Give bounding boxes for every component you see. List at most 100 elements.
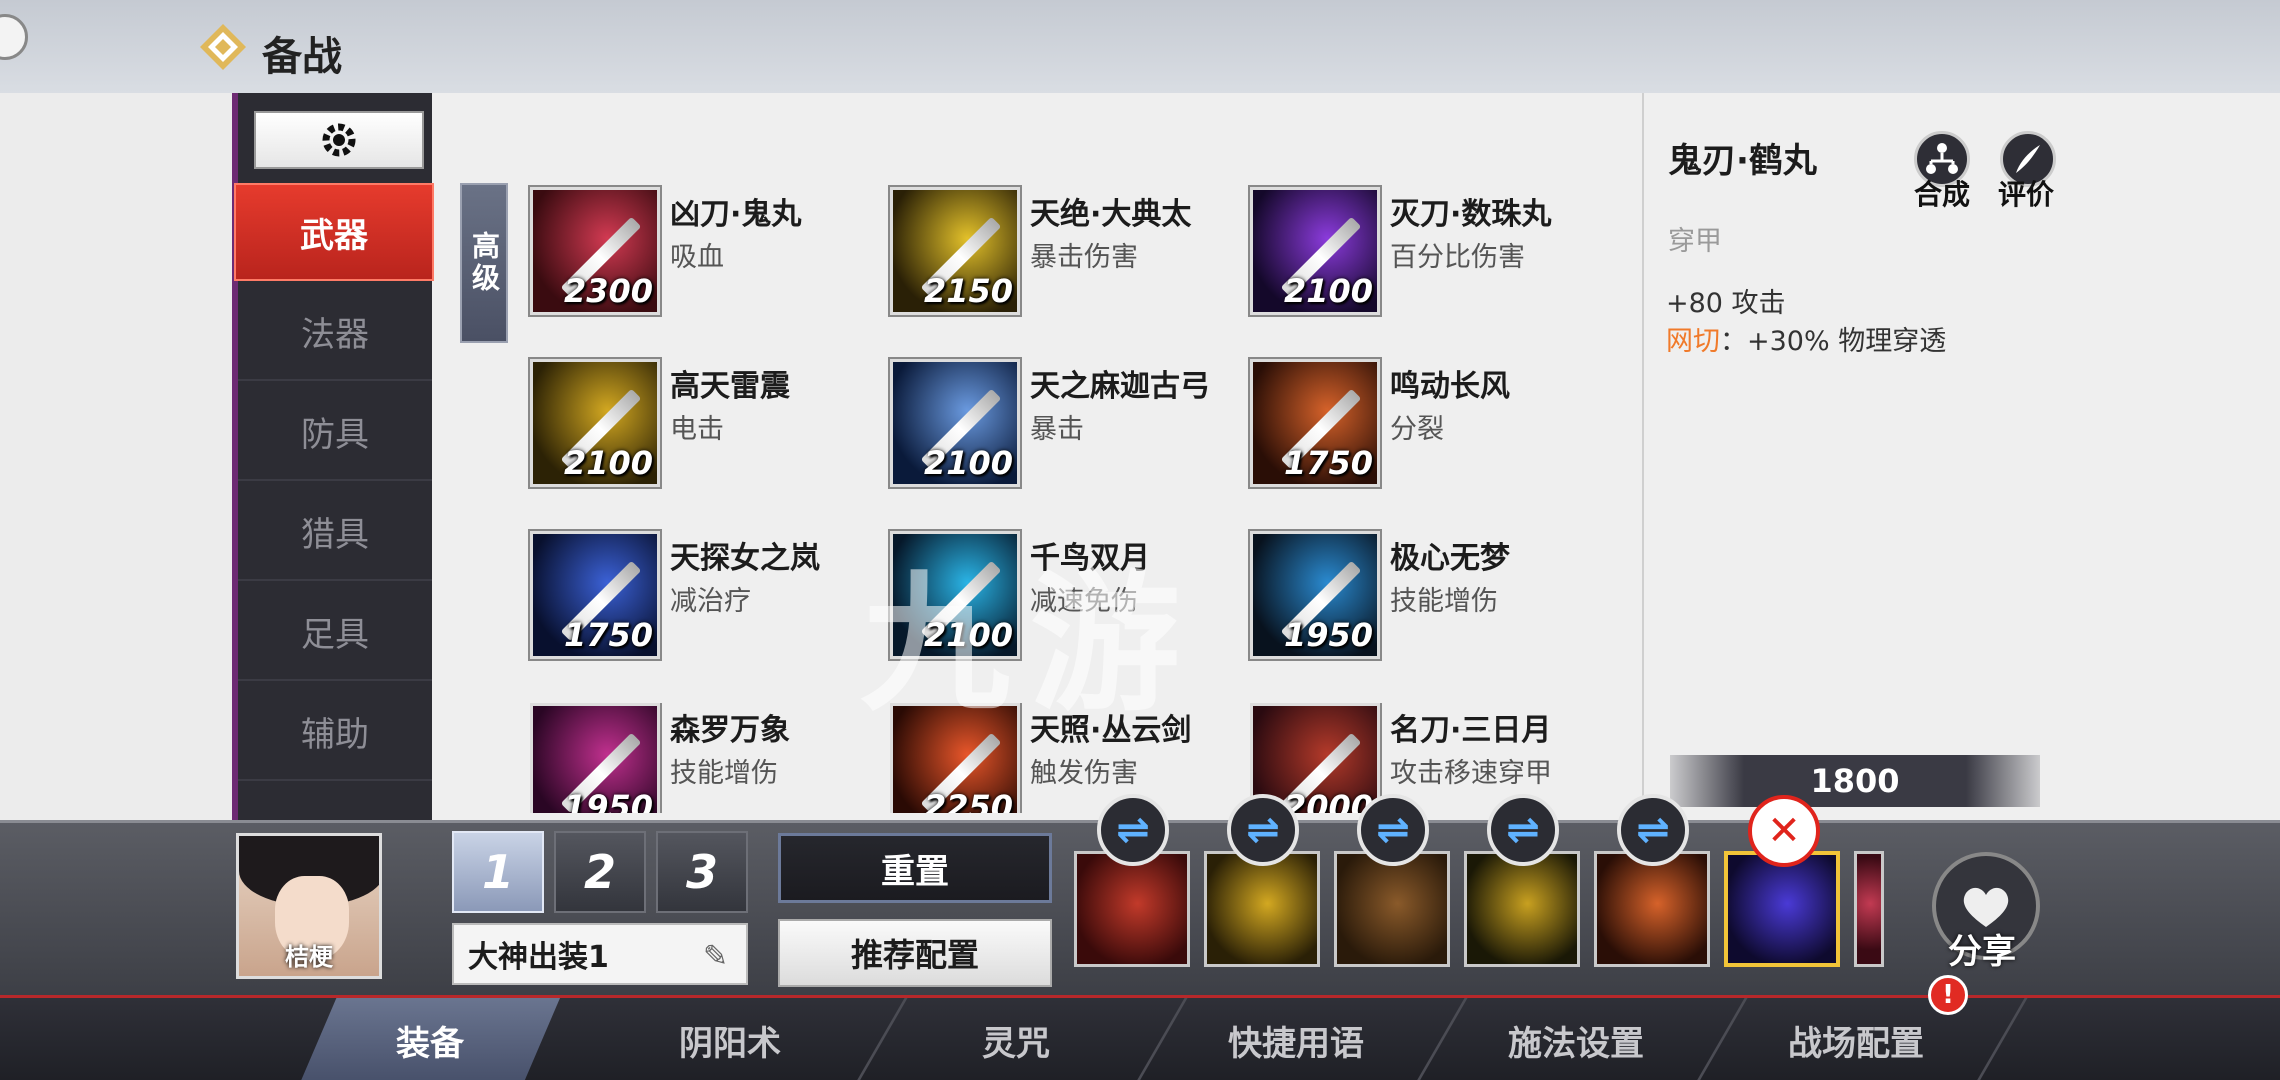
left-background xyxy=(0,93,232,820)
item-icon: 1950 xyxy=(1250,531,1380,659)
item-card[interactable]: 1750 鸣动长风分裂 xyxy=(1250,359,1590,499)
tab-cast-settings[interactable]: 施法设置 xyxy=(1446,998,1706,1080)
hero-name: 桔梗 xyxy=(285,943,333,971)
item-card[interactable]: 1950 极心无梦 技能增伤 xyxy=(1250,531,1590,671)
item-card[interactable]: 2150 天绝·大典太 暴击伤害 xyxy=(890,187,1230,327)
item-icon: 2100 xyxy=(530,359,660,487)
item-name: 天照·丛云剑 xyxy=(1030,713,1192,748)
settings-button[interactable] xyxy=(254,111,424,169)
item-card[interactable]: 1750 天探女之岚 减治疗 xyxy=(530,531,870,671)
brush-icon xyxy=(2016,145,2040,173)
detail-item-name: 鬼刃·鹤丸 xyxy=(1668,141,1817,181)
item-price: 2100 xyxy=(1283,272,1373,310)
item-tag: 百分比伤害 xyxy=(1390,242,1525,273)
main-panel: 武器 法器 防具 猎具 足具 辅助 高级 2300 凶刀·鬼丸吸血 2150 天绝·大… xyxy=(0,93,2280,820)
item-name: 千鸟双月 xyxy=(1030,541,1150,576)
category-weapon[interactable]: 武器 xyxy=(234,183,434,281)
category-support[interactable]: 辅助 xyxy=(238,683,432,781)
item-tag: 吸血 xyxy=(670,242,724,273)
item-card[interactable]: 1950 森罗万象 技能增伤 xyxy=(530,703,870,813)
item-price: 1950 xyxy=(563,788,653,813)
item-card[interactable]: 2100 灭刀·数珠丸百分比伤害 xyxy=(1250,187,1590,327)
item-tag: 攻击移速穿甲 xyxy=(1390,758,1552,789)
detail-item-passive: 网切：+30% 物理穿透 xyxy=(1666,319,1946,358)
equipped-item-slot[interactable]: ⇌ xyxy=(1074,794,1190,967)
item-name: 凶刀·鬼丸 xyxy=(670,197,802,232)
item-card[interactable]: 2300 凶刀·鬼丸吸血 xyxy=(530,187,870,327)
equipped-item-slot[interactable]: ✕ xyxy=(1724,795,1840,967)
tab-quick-chat[interactable]: 快捷用语 xyxy=(1166,998,1426,1080)
tab-spell[interactable]: 灵咒 xyxy=(886,998,1146,1080)
tab-onmyodo[interactable]: 阴阳术 xyxy=(600,998,860,1080)
passive-text: ：+30% 物理穿透 xyxy=(1720,326,1947,357)
item-tag: 暴击 xyxy=(1030,414,1084,445)
item-name: 森罗万象 xyxy=(670,713,790,748)
item-card[interactable]: 2250 天照·丛云剑 触发伤害 xyxy=(890,703,1230,813)
build-slot-1[interactable]: 1 xyxy=(452,831,544,913)
tier-tag[interactable]: 高级 xyxy=(460,183,508,343)
item-card[interactable]: 2100 高天雷震电击 xyxy=(530,359,870,499)
item-name: 名刀·三日月 xyxy=(1390,713,1552,748)
item-icon: 2150 xyxy=(890,187,1020,315)
item-tag: 电击 xyxy=(670,414,724,445)
corner-badge-icon[interactable] xyxy=(0,14,28,60)
item-tag: 触发伤害 xyxy=(1030,758,1138,789)
item-name: 天之麻迦古弓 xyxy=(1030,369,1210,404)
item-name: 鸣动长风 xyxy=(1390,369,1510,404)
item-name: 高天雷震 xyxy=(670,369,790,404)
equipped-item-slot[interactable]: ⇌ xyxy=(1464,794,1580,967)
hero-avatar[interactable]: 桔梗 xyxy=(236,833,382,979)
equipped-item-slot[interactable]: ⇌ xyxy=(1594,794,1710,967)
recommend-config-button[interactable]: 推荐配置 xyxy=(778,919,1052,987)
swap-item-button[interactable]: ⇌ xyxy=(1097,794,1169,866)
item-price: 2100 xyxy=(563,444,653,482)
build-name-field[interactable]: 大神出装1 ✎ xyxy=(452,923,748,985)
item-card[interactable]: 2100 天之麻迦古弓暴击 xyxy=(890,359,1230,499)
item-tag: 暴击伤害 xyxy=(1030,242,1138,273)
category-magic-tool[interactable]: 法器 xyxy=(238,283,432,381)
passive-name: 网切 xyxy=(1666,326,1720,357)
item-card[interactable]: 2100 千鸟双月减速免伤 xyxy=(890,531,1230,671)
item-price: 1750 xyxy=(563,616,653,654)
item-name: 极心无梦 xyxy=(1390,541,1510,576)
item-tag: 减速免伤 xyxy=(1030,586,1138,617)
pencil-icon[interactable]: ✎ xyxy=(703,939,728,974)
category-armor[interactable]: 防具 xyxy=(238,383,432,481)
review-label: 评价 xyxy=(1998,178,2055,211)
build-slot-2[interactable]: 2 xyxy=(554,831,646,913)
category-sidebar: 武器 法器 防具 猎具 足具 辅助 xyxy=(232,93,434,820)
remove-item-button[interactable]: ✕ xyxy=(1748,795,1820,867)
alert-badge: ! xyxy=(1928,975,1968,1015)
item-icon: 2100 xyxy=(890,359,1020,487)
reset-button[interactable]: 重置 xyxy=(778,833,1052,903)
item-price: 2100 xyxy=(923,444,1013,482)
item-icon: 1750 xyxy=(530,531,660,659)
swap-item-button[interactable]: ⇌ xyxy=(1487,794,1559,866)
item-icon: 1950 xyxy=(530,703,660,813)
craft-tree-icon xyxy=(1926,143,1958,174)
item-icon: 1750 xyxy=(1250,359,1380,487)
swap-item-button[interactable]: ⇌ xyxy=(1617,794,1689,866)
swap-item-button[interactable]: ⇌ xyxy=(1227,794,1299,866)
equipped-item-slot[interactable]: ⇌ xyxy=(1204,794,1320,967)
build-slot-3[interactable]: 3 xyxy=(656,831,748,913)
swap-item-button[interactable]: ⇌ xyxy=(1357,794,1429,866)
equipped-item-slot[interactable] xyxy=(1854,851,1884,967)
item-card[interactable]: 2000 名刀·三日月 攻击移速穿甲 xyxy=(1250,703,1590,813)
share-label: 分享 xyxy=(1948,932,2016,972)
equipped-item-slot[interactable]: ⇌ xyxy=(1334,794,1450,967)
item-price: 2100 xyxy=(923,616,1013,654)
top-bar: 备战 xyxy=(0,0,2280,93)
item-price: 1750 xyxy=(1283,444,1373,482)
prep-logo-icon xyxy=(200,24,246,70)
page-title: 备战 xyxy=(262,34,342,80)
item-price: 2150 xyxy=(923,272,1013,310)
category-boots[interactable]: 足具 xyxy=(238,583,432,681)
item-price: 2300 xyxy=(563,272,653,310)
item-name: 灭刀·数珠丸 xyxy=(1390,197,1552,232)
item-icon: 2100 xyxy=(890,531,1020,659)
item-tag: 分裂 xyxy=(1390,414,1444,445)
gold-cost-bar: 1800 xyxy=(1670,755,2040,807)
category-hunting[interactable]: 猎具 xyxy=(238,483,432,581)
tab-equipment[interactable]: 装备 xyxy=(300,998,560,1080)
